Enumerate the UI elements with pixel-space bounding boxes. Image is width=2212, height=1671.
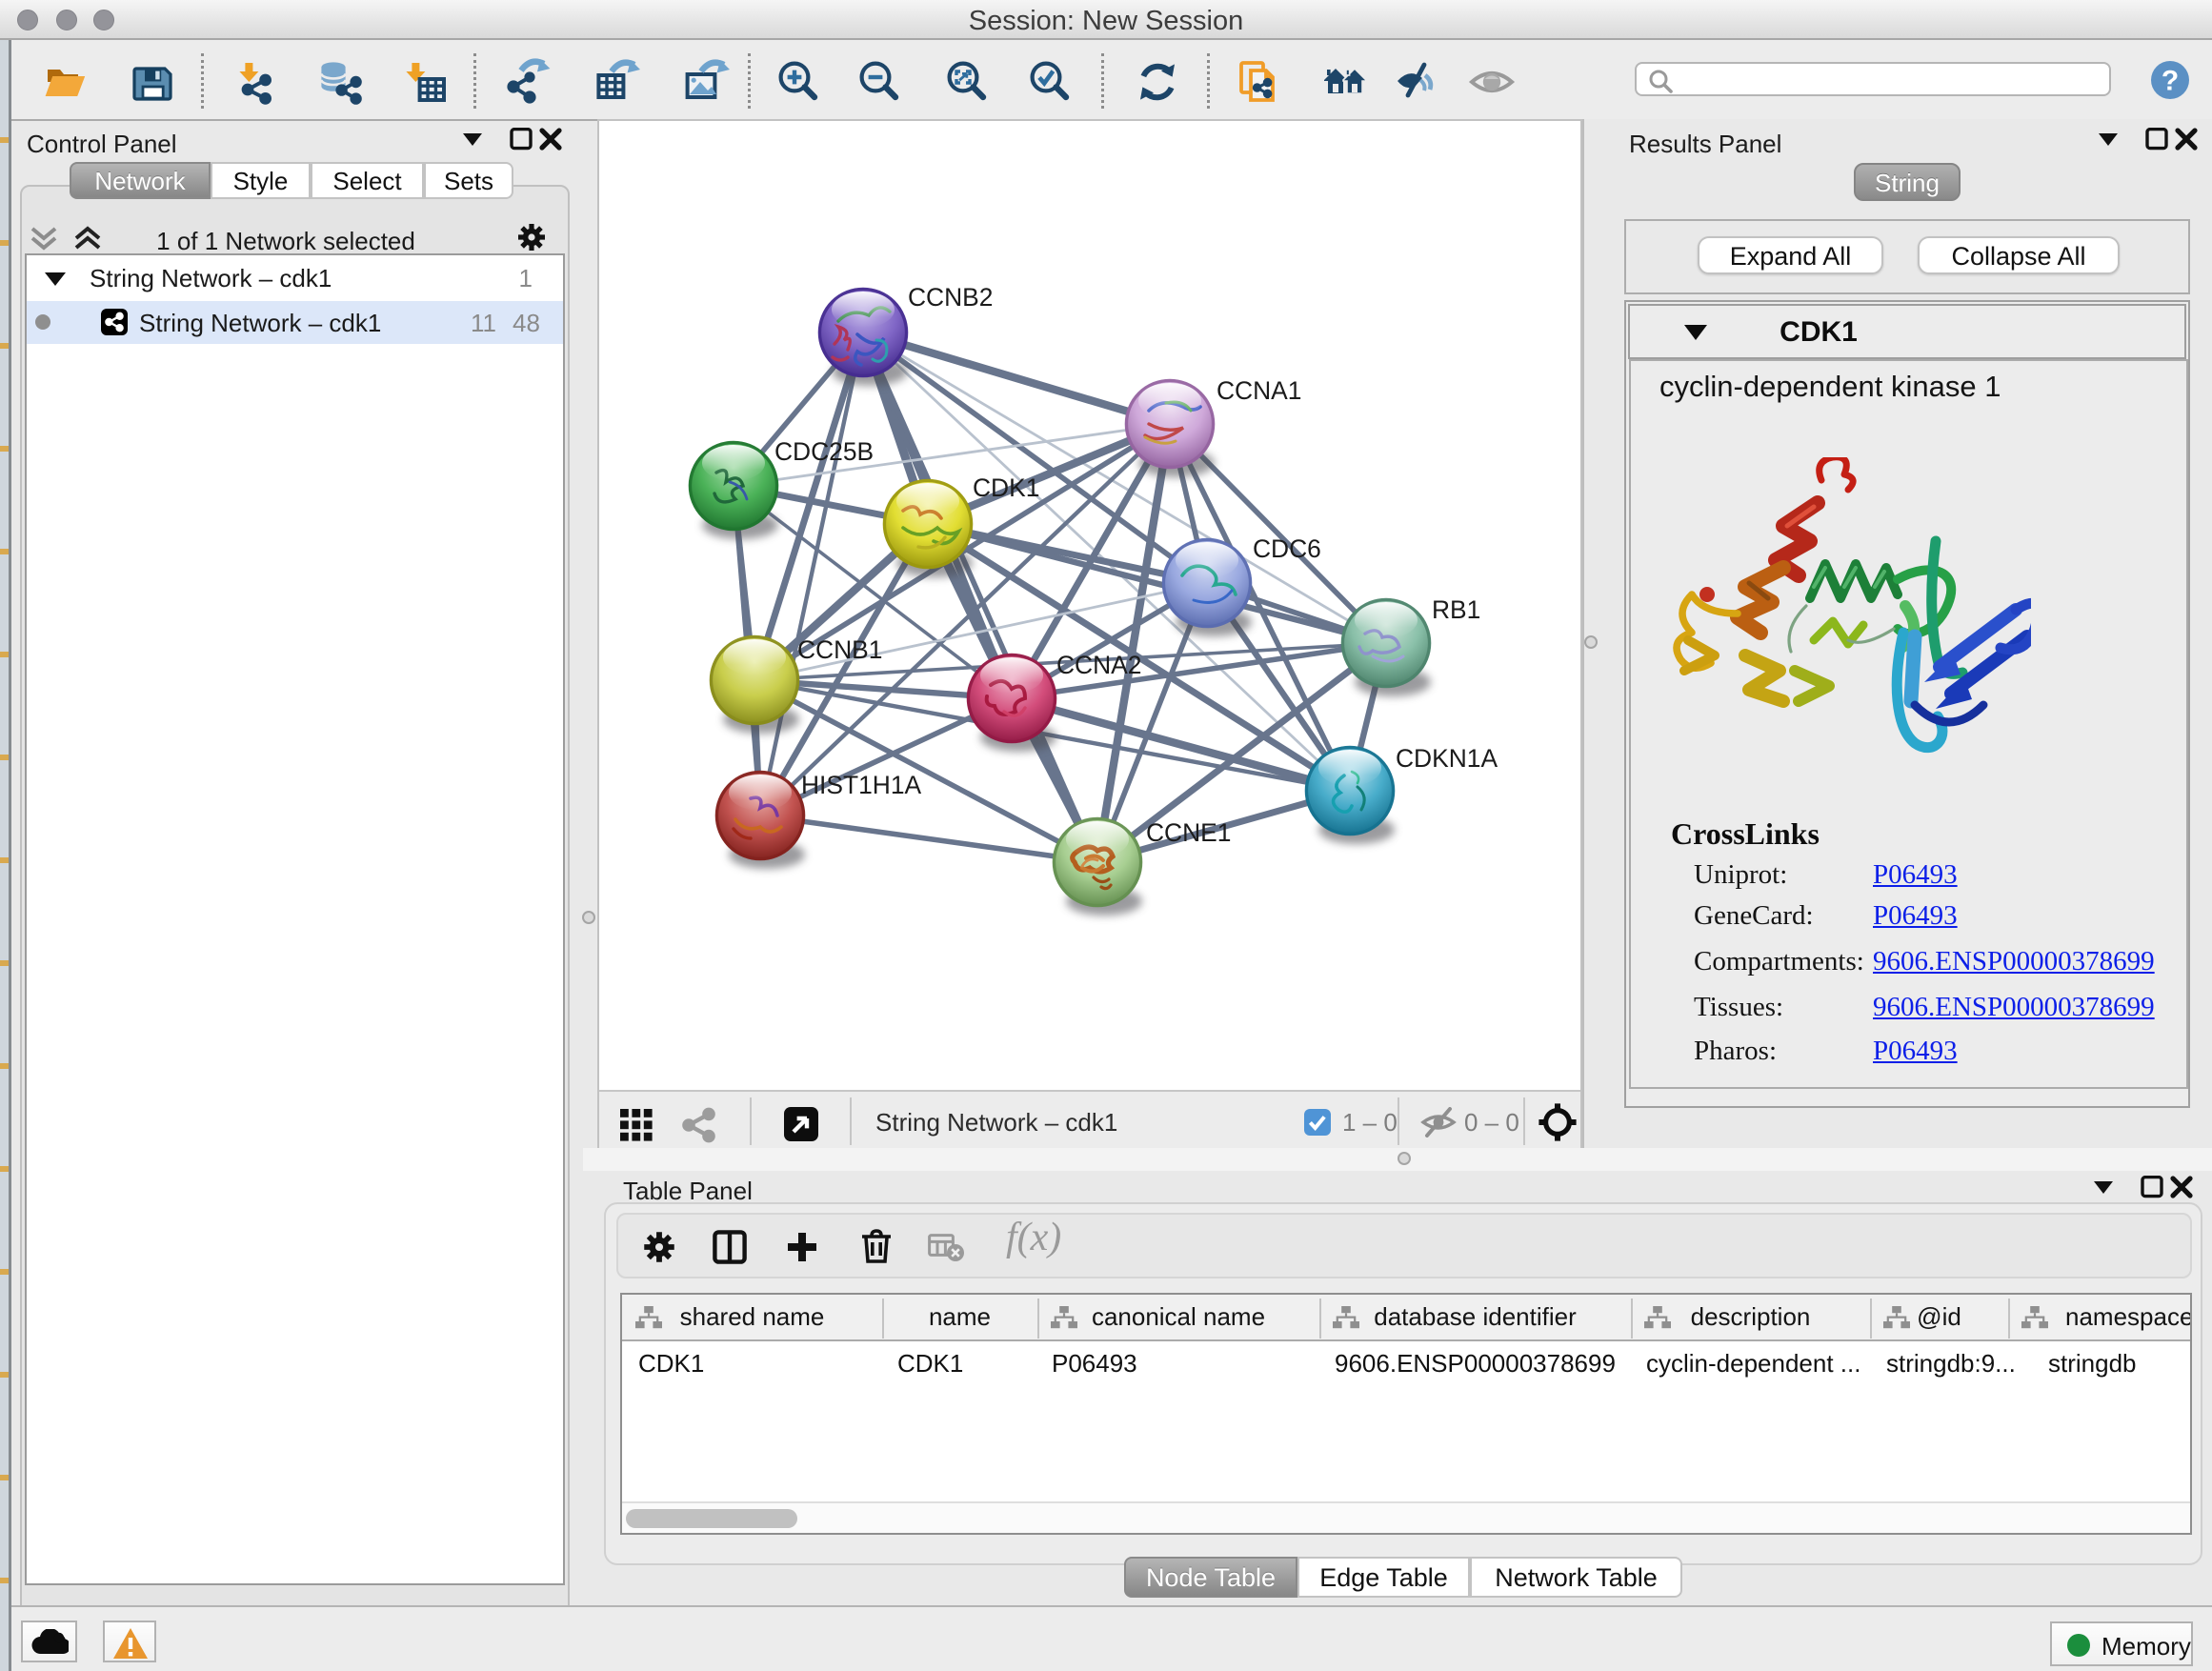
svg-text:CDKN1A: CDKN1A (1396, 744, 1498, 773)
svg-text:RB1: RB1 (1432, 595, 1480, 624)
svg-text:CCNA1: CCNA1 (1217, 376, 1301, 405)
svg-text:CCNB1: CCNB1 (797, 635, 882, 664)
svg-text:HIST1H1A: HIST1H1A (801, 771, 922, 799)
svg-text:CCNE1: CCNE1 (1146, 818, 1231, 847)
svg-text:CDK1: CDK1 (973, 473, 1039, 502)
svg-text:CCNB2: CCNB2 (908, 283, 993, 312)
svg-text:?: ? (2162, 65, 2179, 96)
svg-text:CCNA2: CCNA2 (1056, 651, 1141, 679)
svg-text:CDC6: CDC6 (1253, 534, 1321, 563)
svg-text:CDC25B: CDC25B (774, 437, 874, 466)
